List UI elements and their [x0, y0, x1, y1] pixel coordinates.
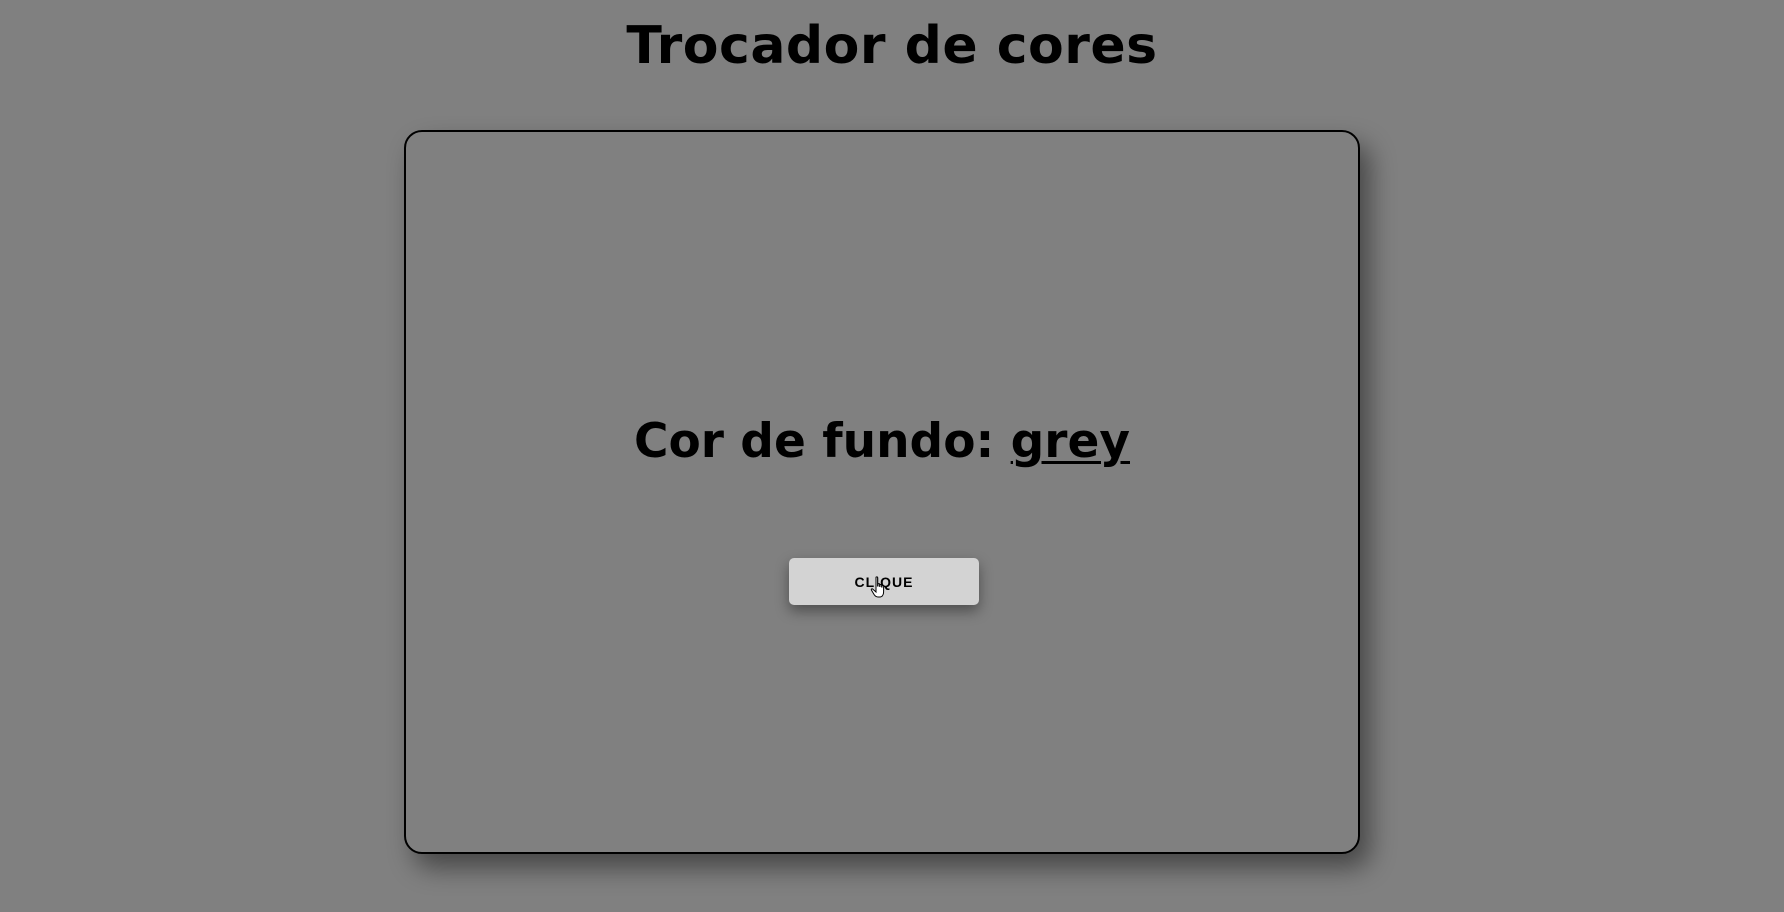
color-card: Cor de fundo: grey CLIQUE: [404, 130, 1360, 854]
background-color-prefix: Cor de fundo:: [633, 414, 1011, 469]
background-color-label: Cor de fundo: grey: [406, 412, 1358, 472]
page-title: Trocador de cores: [626, 16, 1158, 76]
clique-button[interactable]: CLIQUE: [789, 558, 979, 605]
background-color-name: grey: [1010, 414, 1130, 469]
